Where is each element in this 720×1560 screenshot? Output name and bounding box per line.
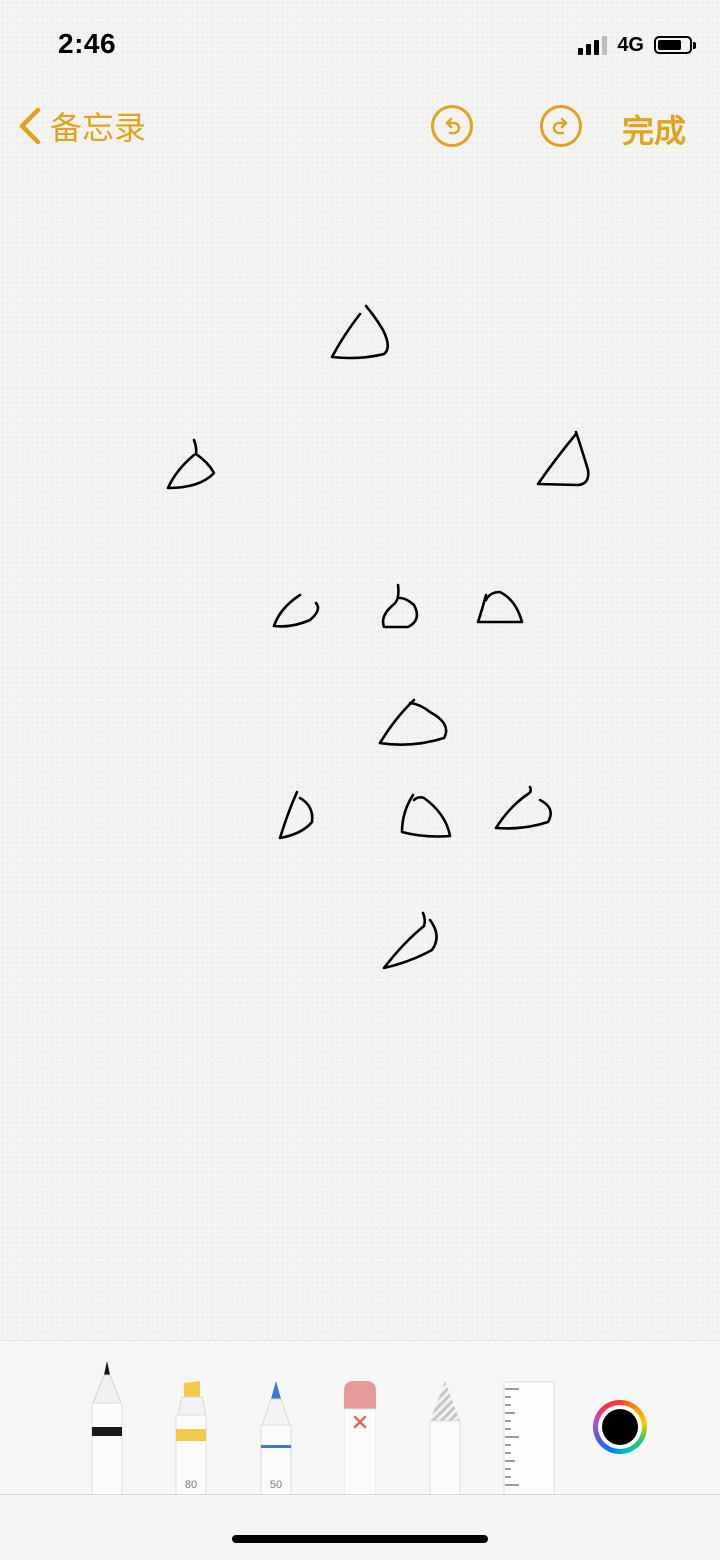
ink-stroke <box>400 793 452 838</box>
markup-toolbar: 80 50 <box>0 1340 720 1496</box>
eraser-icon <box>343 1381 377 1496</box>
ink-stroke <box>536 430 590 487</box>
pen-tool[interactable] <box>90 1361 124 1496</box>
marker-opacity-label: 80 <box>184 1479 198 1491</box>
pencil-tool[interactable]: 50 <box>259 1381 293 1496</box>
eraser-tool[interactable] <box>343 1381 377 1496</box>
ink-stroke <box>494 785 552 830</box>
pencil-icon <box>260 1381 292 1496</box>
lasso-icon <box>429 1381 461 1496</box>
color-picker-button[interactable] <box>593 1400 647 1454</box>
ruler-tool[interactable] <box>503 1381 555 1496</box>
marker-icon <box>175 1381 207 1496</box>
ink-stroke <box>278 790 314 840</box>
marker-tool[interactable]: 80 <box>174 1381 208 1496</box>
pencil-opacity-label: 50 <box>269 1479 283 1491</box>
bottom-area <box>0 1494 720 1560</box>
home-indicator[interactable] <box>232 1535 488 1543</box>
selected-color-swatch <box>602 1409 638 1445</box>
pen-icon <box>91 1361 123 1496</box>
ink-stroke <box>382 911 438 970</box>
drawing-canvas[interactable] <box>0 0 720 1340</box>
color-picker-ring <box>598 1405 642 1449</box>
ink-stroke <box>166 438 216 490</box>
ink-stroke <box>378 698 448 746</box>
lasso-tool[interactable] <box>428 1381 462 1496</box>
ink-stroke <box>476 590 524 624</box>
ink-stroke <box>381 583 419 629</box>
ink-stroke <box>272 593 320 628</box>
ruler-icon <box>503 1381 555 1496</box>
ink-stroke <box>330 304 390 360</box>
